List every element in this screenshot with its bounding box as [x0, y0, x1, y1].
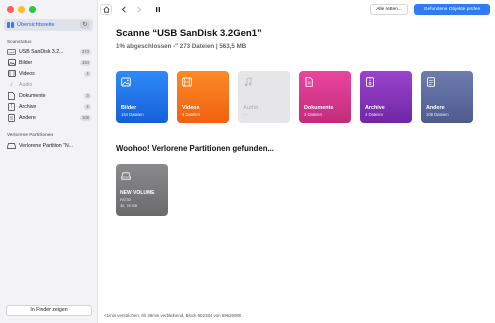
music-note-icon: ♪	[9, 81, 14, 88]
category-card-bilder[interactable]: Bilder 154 Dateien	[116, 71, 168, 123]
sidebar-item-lost-partition[interactable]: Verlorene Partition "N...	[7, 141, 91, 150]
sidebar-item-label: Bilder	[19, 59, 33, 66]
forward-button[interactable]	[134, 4, 144, 15]
category-count: 154 Dateien	[121, 112, 144, 117]
sidebar-layout-icon	[7, 22, 14, 28]
image-icon	[7, 59, 16, 66]
sidebar-item-label: Verlorene Partition "N...	[19, 142, 74, 149]
file-icon	[7, 113, 16, 122]
sidebar-item-andere[interactable]: Andere 108	[7, 113, 91, 122]
pause-icon	[156, 7, 160, 12]
category-name: Videos	[182, 105, 200, 111]
volume-name: NEW VOLUME	[120, 190, 155, 196]
category-count: 3 Dateien	[304, 112, 322, 117]
sidebar-item-dokumente[interactable]: Dokumente 3	[7, 91, 91, 100]
count-badge: 108	[80, 114, 91, 121]
section-title-scan: Scanstatus	[7, 39, 32, 44]
category-name: Dokumente	[304, 105, 334, 111]
chevron-left-icon	[121, 6, 126, 13]
category-name: Archive	[365, 105, 385, 111]
section-title-partitions: Verlorene Partitionen	[7, 132, 54, 137]
back-button[interactable]	[119, 4, 129, 15]
show-in-finder-button[interactable]: In Finder zeigen	[6, 305, 92, 316]
sidebar-item-label: Andere	[19, 114, 36, 121]
chevron-right-icon	[137, 6, 142, 13]
category-card-audio[interactable]: Audio —	[238, 71, 290, 123]
document-icon	[7, 91, 16, 100]
window-controls	[7, 6, 36, 13]
category-card-videos[interactable]: Videos 4 Dateien	[177, 71, 229, 123]
reload-icon[interactable]: ↻	[80, 21, 90, 29]
sidebar-item-label: USB SanDisk 3.2...	[19, 48, 64, 55]
scan-progress-text: 1% abgeschlossen -" 273 Dateien | 563,5 …	[116, 43, 247, 50]
archive-icon	[7, 102, 16, 111]
category-card-dokumente[interactable]: Dokumente 3 Dateien	[299, 71, 351, 123]
image-icon	[121, 77, 131, 87]
status-bar: <1min verstrichen, 0h 38min verbleibend,…	[104, 313, 242, 318]
sidebar-item-label: Dokumente	[19, 92, 46, 99]
category-name: Audio	[243, 105, 259, 111]
pause-button[interactable]	[153, 4, 163, 15]
sidebar-item-label: Videos	[19, 70, 35, 77]
sidebar: Übersichtsseite ↻ Scanstatus USB SanDisk…	[0, 0, 98, 323]
usb-drive-icon	[7, 48, 16, 55]
film-icon	[182, 77, 192, 87]
count-badge: 4	[84, 103, 91, 110]
home-button[interactable]	[100, 4, 112, 15]
category-card-archive[interactable]: Archive 4 Dateien	[360, 71, 412, 123]
category-count: 4 Dateien	[365, 112, 383, 117]
category-count: —	[243, 112, 248, 117]
music-note-icon	[244, 77, 252, 87]
category-name: Bilder	[121, 105, 137, 111]
sidebar-item-label: Archive	[19, 103, 37, 110]
sidebar-item-audio[interactable]: ♪ Audio	[7, 80, 91, 89]
sidebar-item-usb[interactable]: USB SanDisk 3.2... 273	[7, 47, 91, 56]
document-icon	[305, 77, 313, 87]
zoom-window-button[interactable]	[29, 6, 36, 13]
volume-card[interactable]: NEW VOLUME FAT32 30, 78 GB	[116, 164, 168, 216]
sidebar-item-archive[interactable]: Archive 4	[7, 102, 91, 111]
partitions-heading: Woohoo! Verlorene Partitionen gefunden..…	[116, 144, 274, 153]
close-window-button[interactable]	[7, 6, 14, 13]
category-card-andere[interactable]: Andere 108 Dateien	[421, 71, 473, 123]
count-badge: 3	[84, 92, 91, 99]
category-count: 4 Dateien	[182, 112, 200, 117]
sidebar-item-overview[interactable]: Übersichtsseite ↻	[4, 19, 93, 31]
minimize-window-button[interactable]	[18, 6, 25, 13]
sidebar-item-videos[interactable]: Videos 4	[7, 69, 91, 78]
volume-size: 30, 78 GB	[120, 204, 138, 208]
sidebar-item-label: Übersichtsseite	[17, 22, 55, 28]
category-count: 108 Dateien	[426, 112, 449, 117]
home-icon	[103, 6, 109, 13]
sidebar-item-label: Audio	[19, 81, 33, 88]
volume-filesystem: FAT32	[120, 198, 131, 202]
review-found-items-button[interactable]: Gefundene Objekte prüfen	[414, 4, 490, 15]
count-badge: 4	[84, 70, 91, 77]
film-icon	[7, 70, 16, 77]
file-icon	[427, 77, 435, 87]
archive-icon	[366, 77, 374, 87]
category-name: Andere	[426, 105, 445, 111]
restore-all-button[interactable]: Alle retten...	[370, 4, 408, 15]
drive-icon	[121, 172, 131, 180]
page-title: Scanne “USB SanDisk 3.2Gen1”	[116, 28, 262, 39]
count-badge: 154	[80, 59, 91, 66]
sidebar-item-bilder[interactable]: Bilder 154	[7, 58, 91, 67]
count-badge: 273	[80, 48, 91, 55]
drive-icon	[7, 142, 16, 149]
